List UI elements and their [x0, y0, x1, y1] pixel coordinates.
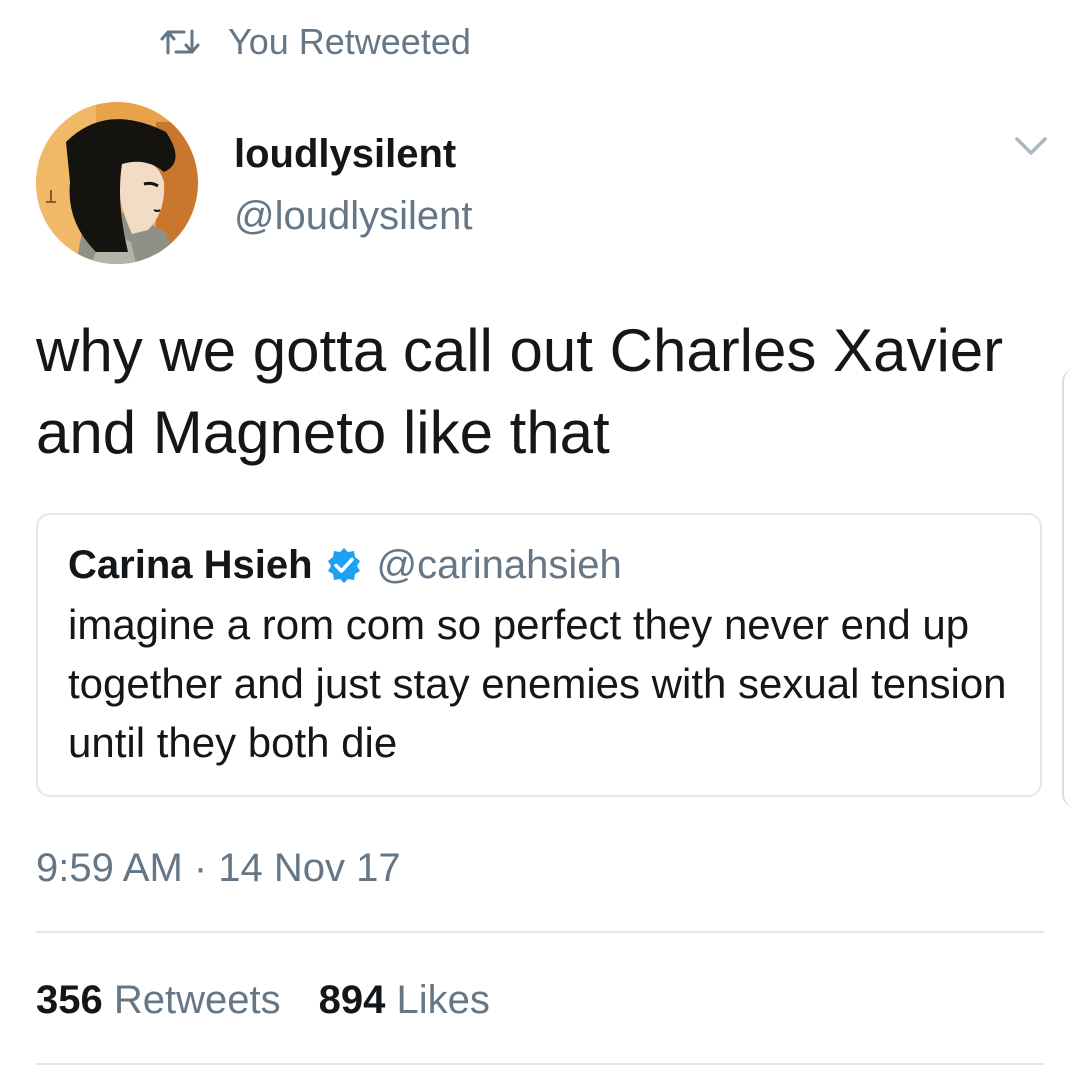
likes-count: 894: [318, 978, 386, 1022]
tweet-timestamp[interactable]: 9:59 AM · 14 Nov 17: [36, 844, 401, 892]
quoted-author-name: Carina Hsieh: [68, 542, 313, 587]
retweets-label: Retweets: [113, 978, 281, 1022]
scrollbar[interactable]: [1062, 368, 1072, 808]
quoted-tweet-text: imagine a rom com so perfect they never …: [68, 601, 1007, 766]
tweet-text: why we gotta call out Charles Xavier and…: [36, 317, 1004, 466]
quoted-author-handle: @carinahsieh: [376, 542, 622, 587]
retweet-icon: [160, 27, 200, 57]
retweets-stat[interactable]: 356 Retweets: [36, 976, 281, 1024]
likes-stat[interactable]: 894 Likes: [319, 976, 490, 1024]
verified-badge-icon: [325, 546, 363, 584]
retweet-context: You Retweeted: [160, 20, 471, 64]
avatar[interactable]: [36, 102, 198, 264]
engagement-stats: 356 Retweets 894 Likes: [36, 976, 528, 1024]
retweets-count: 356: [36, 978, 103, 1022]
chevron-down-icon[interactable]: [1014, 134, 1048, 158]
divider: [36, 931, 1044, 933]
likes-label: Likes: [396, 978, 490, 1022]
divider: [36, 1063, 1044, 1065]
retweet-context-label: You Retweeted: [228, 21, 471, 62]
author-handle[interactable]: @loudlysilent: [234, 192, 473, 240]
quoted-tweet-card[interactable]: Carina Hsieh @carinahsieh imagine a rom …: [36, 513, 1042, 797]
author-display-name[interactable]: loudlysilent: [234, 130, 456, 178]
quoted-tweet-header: Carina Hsieh @carinahsieh: [68, 539, 622, 591]
